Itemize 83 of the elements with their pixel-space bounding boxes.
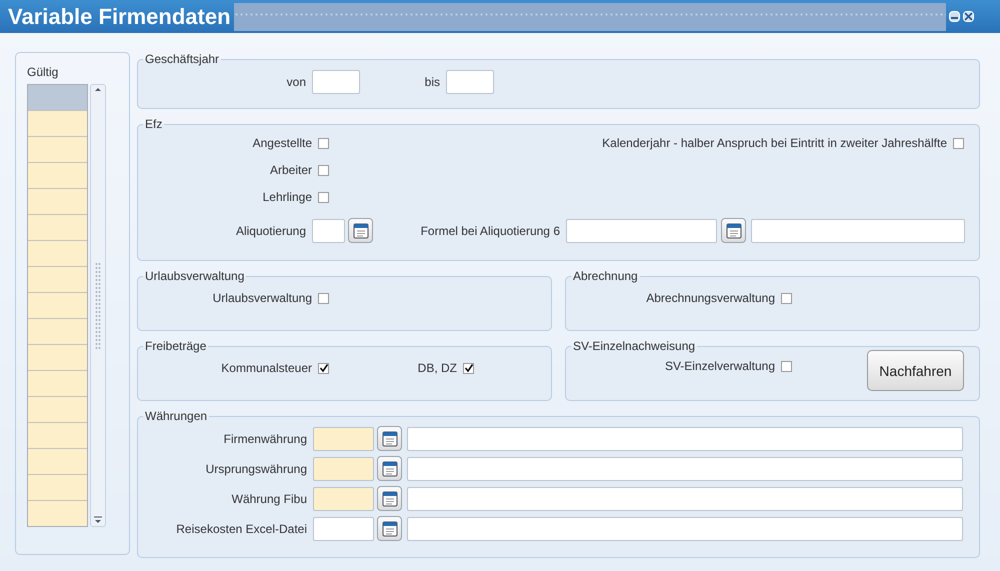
list-row[interactable] [28, 319, 87, 345]
list-row[interactable] [28, 423, 87, 449]
calendar-button[interactable] [721, 218, 746, 243]
description-field[interactable] [407, 426, 963, 450]
window-title: Variable Firmendaten [8, 4, 231, 30]
checkbox[interactable] [318, 138, 329, 148]
list-row[interactable] [28, 371, 87, 397]
checkbox[interactable] [953, 138, 964, 148]
list-row[interactable] [28, 163, 87, 189]
list-row[interactable] [28, 137, 87, 163]
group-title: Urlaubsverwaltung [144, 269, 246, 283]
scroll-down-icon[interactable] [93, 516, 103, 526]
group-title: Abrechnung [572, 269, 639, 283]
checkbox-label: Abrechnungsverwaltung [645, 291, 776, 305]
checkbox[interactable] [318, 164, 329, 176]
list-row[interactable] [28, 397, 87, 423]
description-field[interactable] [407, 516, 963, 540]
list-row[interactable] [28, 501, 87, 526]
calendar-button[interactable] [377, 516, 402, 541]
group-title: Efz [144, 117, 164, 131]
group-title: SV-Einzelnachweisung [572, 339, 696, 353]
list-row[interactable] [28, 111, 87, 137]
description-field[interactable] [407, 486, 963, 510]
nachfahren-button[interactable]: Nachfahren [867, 350, 964, 391]
checkbox-label: Arbeiter [268, 163, 313, 177]
checkbox-label: SV-Einzelverwaltung [664, 359, 776, 373]
checkbox[interactable] [781, 360, 792, 372]
list-row[interactable] [28, 241, 87, 267]
currency-field[interactable] [313, 456, 374, 480]
calendar-button[interactable] [377, 486, 402, 511]
group-title: Währungen [144, 409, 208, 423]
checkbox-label: Angestellte [252, 136, 313, 150]
currency-field[interactable] [313, 516, 374, 540]
field-label: Reisekosten Excel-Datei [175, 522, 308, 536]
list-row[interactable] [28, 189, 87, 215]
close-icon [964, 12, 973, 21]
list-row[interactable] [28, 475, 87, 501]
checkbox[interactable] [781, 292, 792, 304]
currency-field[interactable] [313, 426, 374, 450]
currency-field[interactable] [313, 486, 374, 510]
close-button[interactable] [962, 11, 974, 22]
checkbox-label: DB, DZ [416, 361, 458, 375]
checkbox[interactable] [318, 362, 329, 374]
column-header: Gültig [27, 65, 60, 79]
calendar-icon [382, 520, 398, 537]
field-label: Formel bei Aliquotierung 6 [420, 224, 561, 238]
calendar-button[interactable] [348, 218, 373, 243]
calendar-icon [382, 460, 398, 477]
field-label: Ursprungswährung [204, 462, 308, 476]
list-row[interactable] [28, 449, 87, 475]
checkbox[interactable] [318, 192, 329, 202]
group-title: Freibeträge [144, 339, 208, 353]
calendar-icon [382, 430, 398, 447]
group-title: Geschäftsjahr [144, 52, 220, 66]
minimize-button[interactable] [948, 11, 960, 22]
formula-description-field[interactable] [751, 218, 965, 242]
list-row[interactable] [28, 85, 87, 111]
formula-field[interactable] [566, 218, 717, 242]
list-row[interactable] [28, 345, 87, 371]
year-field[interactable] [446, 70, 494, 94]
checkbox[interactable] [318, 292, 329, 304]
field-label: Firmenwährung [222, 432, 308, 446]
description-field[interactable] [407, 456, 963, 480]
aliquotierung-field[interactable] [312, 218, 345, 242]
calendar-icon [352, 222, 368, 239]
checkbox-label: Lehrlinge [262, 190, 313, 204]
list-row[interactable] [28, 267, 87, 293]
checkbox-label: Urlaubsverwaltung [212, 291, 313, 305]
calendar-button[interactable] [377, 456, 402, 481]
checkbox[interactable] [463, 362, 474, 374]
field-label: Aliquotierung [234, 224, 307, 238]
field-label: Währung Fibu [230, 492, 308, 506]
calendar-button[interactable] [377, 426, 402, 451]
scrollbar[interactable] [90, 84, 106, 527]
list-row[interactable] [28, 293, 87, 319]
field-label: von [286, 75, 307, 89]
list-row[interactable] [28, 215, 87, 241]
checkbox-label: Kommunalsteuer [220, 361, 313, 375]
calendar-icon [726, 222, 742, 239]
calendar-icon [382, 490, 398, 507]
field-label: bis [424, 75, 441, 89]
checkbox-label: Kalenderjahr - halber Anspruch bei Eintritt in zweiter Jahreshälfte [602, 136, 948, 150]
year-field[interactable] [312, 70, 360, 94]
